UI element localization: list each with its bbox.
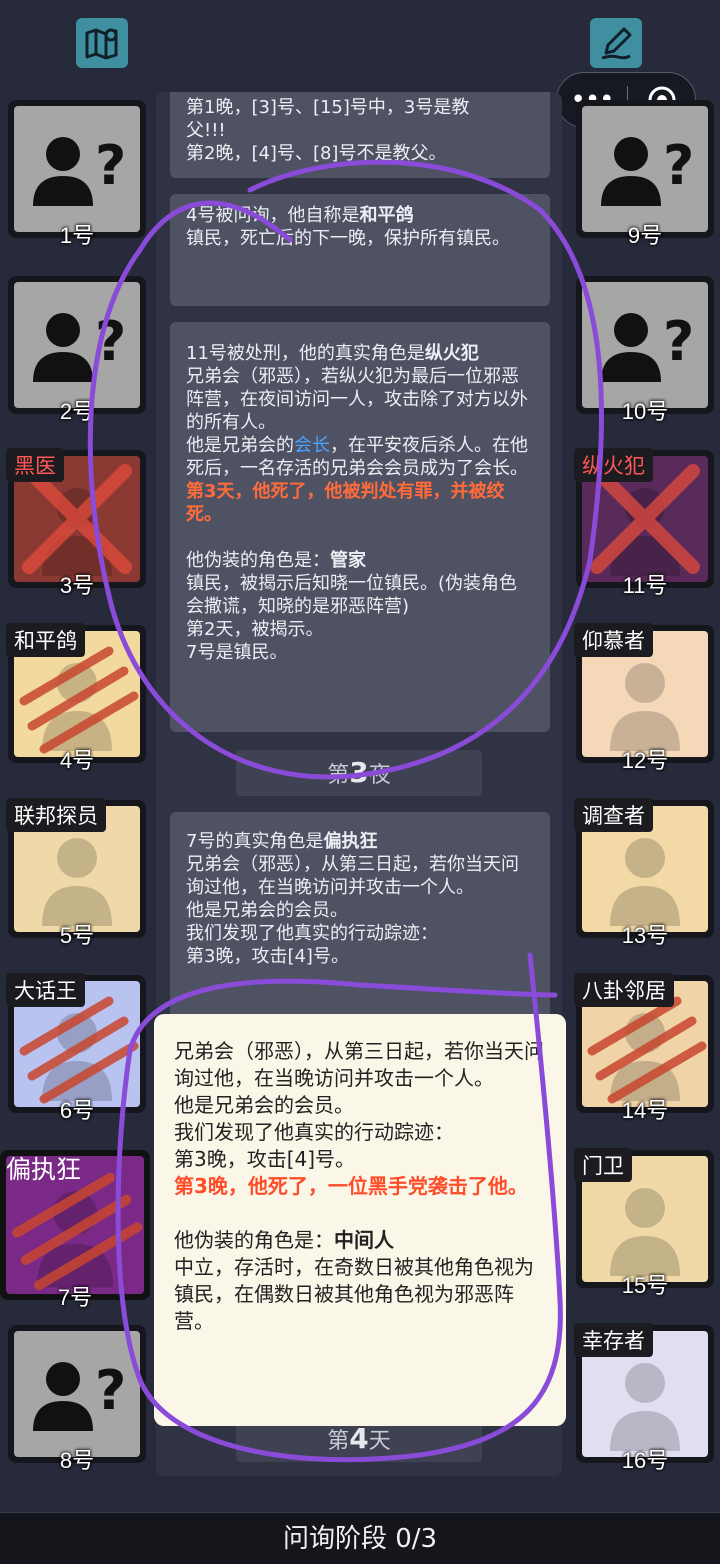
player-role-tag: 仰慕者 xyxy=(574,623,653,657)
popup-text: 兄弟会（邪恶），从第三日起，若你当天问询过他，在当晚访问并攻击一个人。 xyxy=(174,1039,544,1090)
player-avatar: ? xyxy=(14,1331,140,1457)
log-text: 7号的真实角色是偏执狂 xyxy=(186,831,378,852)
player-number: 16号 xyxy=(621,1448,669,1473)
log-message-claim: 4号被问询，他自称是和平鸽 镇民，死亡后的下一晚，保护所有镇民。 xyxy=(170,194,550,306)
player-number: 5号 xyxy=(59,923,95,948)
log-message-execution: 11号被处刑，他的真实角色是纵火犯 兄弟会（邪恶），若纵火犯为最后一位邪恶阵营，… xyxy=(170,322,550,732)
player-number: 3号 xyxy=(59,573,95,598)
log-text: 第2天，被揭示。 xyxy=(186,619,324,640)
player-number: 4号 xyxy=(59,748,95,773)
log-text: 镇民，死亡后的下一晚，保护所有镇民。 xyxy=(186,228,510,249)
player-card[interactable]: ? 1号 xyxy=(8,100,146,248)
player-role-tag: 纵火犯 xyxy=(574,448,653,482)
log-text: 镇民，被揭示后知晓一位镇民。(伪装角色会撒谎，知晓的是邪恶阵营) xyxy=(186,573,518,617)
player-card[interactable]: 黑医 3号 xyxy=(6,448,146,598)
player-card[interactable]: 门卫 15号 xyxy=(574,1148,714,1298)
player-number: 8号 xyxy=(59,1448,95,1473)
player-number: 7号 xyxy=(57,1285,93,1310)
player-card[interactable]: ? 9号 xyxy=(576,100,714,248)
popup-text: 他伪装的角色是：中间人 xyxy=(174,1228,394,1252)
player-role-tag: 黑医 xyxy=(6,448,64,482)
player-number: 15号 xyxy=(621,1273,669,1298)
log-text: 他伪装的角色是：管家 xyxy=(186,550,366,571)
player-number: 13号 xyxy=(621,923,669,948)
map-button[interactable] xyxy=(76,18,128,68)
log-message-clue: 第1晚，[3]号、[15]号中，3号是教 父!!! 第2晚，[4]号、[8]号不… xyxy=(170,92,550,178)
popup-text: 第3晚，攻击[4]号。 xyxy=(174,1147,356,1171)
player-card[interactable]: 大话王 6号 xyxy=(6,973,146,1123)
player-role-tag: 偏执狂 xyxy=(6,1155,82,1184)
player-card[interactable]: ? 8号 xyxy=(8,1325,146,1473)
log-text: 他是兄弟会的会员。 xyxy=(186,900,348,921)
log-text: 兄弟会（邪恶），若纵火犯为最后一位邪恶阵营，在夜间访问一人，攻击除了对方以外的所… xyxy=(186,366,528,433)
player-card[interactable]: 仰慕者 12号 xyxy=(574,623,714,773)
player-number: 6号 xyxy=(59,1098,95,1123)
popup-text: 中立，存活时，在奇数日被其他角色视为镇民，在偶数日被其他角色视为邪恶阵营。 xyxy=(174,1255,534,1333)
player-role-tag: 大话王 xyxy=(6,973,85,1007)
svg-text:?: ? xyxy=(95,310,126,373)
unknown-player-icon: ? xyxy=(33,310,126,382)
player-card[interactable]: 八卦邻居 14号 xyxy=(574,973,714,1123)
player-card[interactable]: 偏执狂 7号 xyxy=(0,1150,150,1310)
player-card[interactable]: 幸存者 16号 xyxy=(574,1323,714,1473)
svg-text:?: ? xyxy=(663,134,694,197)
unknown-player-icon: ? xyxy=(33,1359,126,1431)
log-text: 4号被问询，他自称是和平鸽 xyxy=(186,205,414,226)
player-avatar: ? xyxy=(14,282,140,408)
player-role-tag: 调查者 xyxy=(574,798,653,832)
log-text: 第3晚，攻击[4]号。 xyxy=(186,946,349,967)
player-card[interactable]: ? 2号 xyxy=(8,276,146,424)
player-card[interactable]: ? 10号 xyxy=(576,276,714,424)
log-text: 他是兄弟会的会长，在平安夜后杀人。在他死后，一名存活的兄弟会会员成为了会长。 xyxy=(186,435,528,479)
phase-divider-night: 第3夜 xyxy=(236,750,482,796)
player-number: 9号 xyxy=(627,223,663,248)
phase-status-bar[interactable]: 问询阶段 0/3 xyxy=(0,1512,720,1564)
popup-text: 我们发现了他真实的行动踪迹： xyxy=(174,1120,454,1144)
svg-text:?: ? xyxy=(95,134,126,197)
unknown-player-icon: ? xyxy=(33,134,126,206)
player-number: 2号 xyxy=(59,399,95,424)
player-role-tag: 八卦邻居 xyxy=(574,973,674,1007)
player-number: 14号 xyxy=(621,1098,669,1123)
map-icon xyxy=(85,28,118,60)
role-detail-popup[interactable]: 兄弟会（邪恶），从第三日起，若你当天问询过他，在当晚访问并攻击一个人。 他是兄弟… xyxy=(154,1014,566,1426)
svg-text:?: ? xyxy=(95,1359,126,1422)
log-text: 父!!! xyxy=(186,120,226,141)
log-message-reveal: 7号的真实角色是偏执狂 兄弟会（邪恶），从第三日起，若你当天问询过他，在当晚访问… xyxy=(170,812,550,1042)
player-card[interactable]: 纵火犯 11号 xyxy=(574,448,714,598)
player-avatar: ? xyxy=(582,106,708,232)
player-role-tag: 联邦探员 xyxy=(6,798,106,832)
unknown-player-icon: ? xyxy=(601,134,694,206)
player-avatar: ? xyxy=(582,282,708,408)
unknown-player-icon: ? xyxy=(601,310,694,382)
player-role-tag: 和平鸽 xyxy=(6,623,85,657)
player-number: 11号 xyxy=(622,573,668,598)
edit-button[interactable] xyxy=(590,18,642,68)
log-text: 第2晚，[4]号、[8]号不是教父。 xyxy=(186,143,447,164)
player-number: 1号 xyxy=(59,223,95,248)
player-role-tag: 幸存者 xyxy=(574,1323,653,1357)
edit-icon xyxy=(601,27,632,60)
svg-text:?: ? xyxy=(663,310,694,373)
popup-text: 他是兄弟会的会员。 xyxy=(174,1093,354,1117)
player-role-tag: 门卫 xyxy=(574,1148,632,1182)
player-number: 12号 xyxy=(621,748,669,773)
log-text: 兄弟会（邪恶），从第三日起，若你当天问询过他，在当晚访问并攻击一个人。 xyxy=(186,854,519,898)
player-avatar: ? xyxy=(14,106,140,232)
player-card[interactable]: 联邦探员 5号 xyxy=(6,798,146,948)
log-death-text: 第3天，他死了，他被判处有罪，并被绞死。 xyxy=(186,481,505,525)
log-text: 11号被处刑，他的真实角色是纵火犯 xyxy=(186,343,479,364)
popup-death-text: 第3晚，他死了，一位黑手党袭击了他。 xyxy=(174,1174,528,1198)
player-card[interactable]: 调查者 13号 xyxy=(574,798,714,948)
log-text: 7号是镇民。 xyxy=(186,642,288,663)
player-card[interactable]: 和平鸽 4号 xyxy=(6,623,146,773)
log-text: 第1晚，[3]号、[15]号中，3号是教 xyxy=(186,97,470,118)
player-number: 10号 xyxy=(621,399,669,424)
log-text: 我们发现了他真实的行动踪迹： xyxy=(186,923,438,944)
